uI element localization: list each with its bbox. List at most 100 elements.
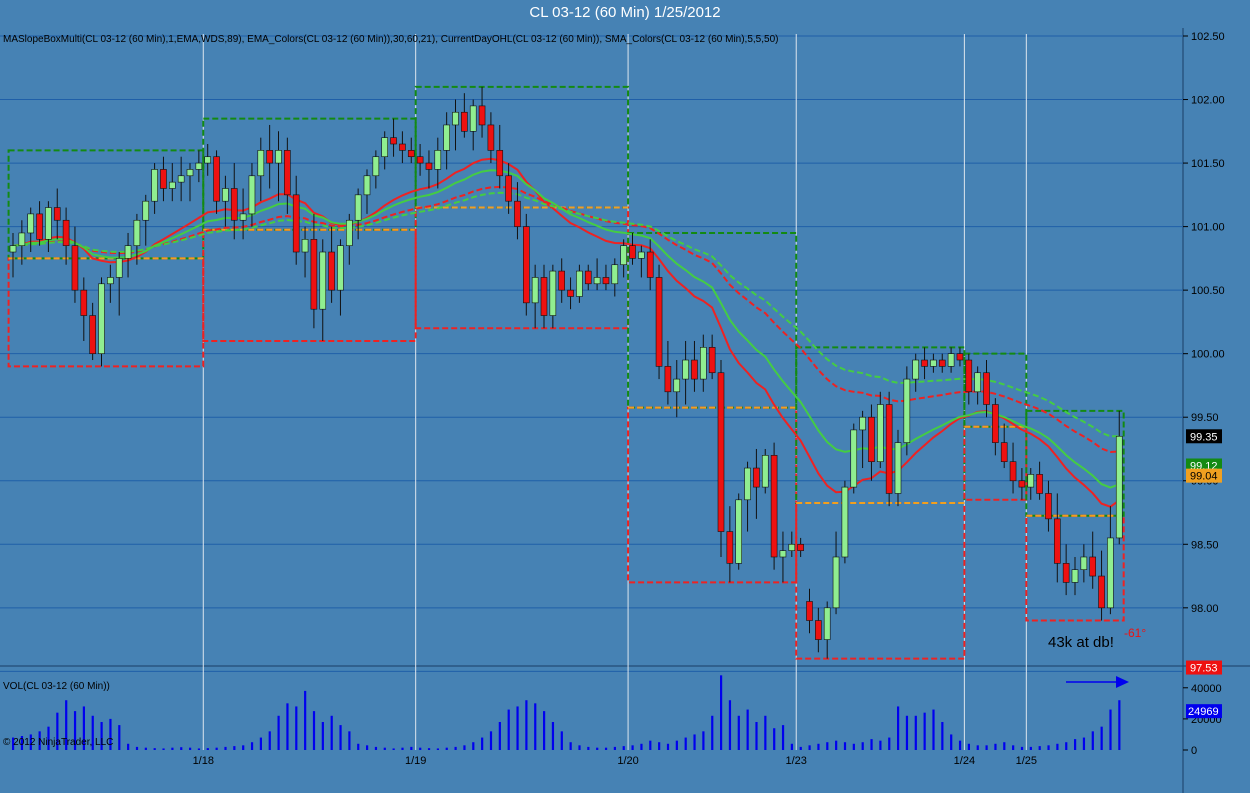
candle-body[interactable] [363, 175, 371, 196]
volume-bar[interactable] [516, 706, 519, 750]
candle-body[interactable] [1036, 474, 1043, 494]
candle-body[interactable] [815, 620, 822, 640]
volume-bar[interactable] [1074, 739, 1077, 750]
candle-body[interactable] [779, 550, 787, 558]
volume-bar[interactable] [180, 747, 183, 750]
volume-bar[interactable] [773, 728, 776, 750]
volume-bar[interactable] [870, 739, 873, 750]
candle-body[interactable] [558, 270, 566, 291]
candle-body[interactable] [983, 372, 990, 405]
volume-bar[interactable] [1012, 745, 1015, 750]
candle-body[interactable] [629, 245, 636, 259]
volume-bar[interactable] [312, 711, 316, 750]
candle-body[interactable] [160, 169, 167, 189]
candle-body[interactable] [505, 175, 512, 202]
candle-body[interactable] [425, 162, 433, 170]
volume-bar[interactable] [587, 746, 590, 750]
candle-body[interactable] [876, 404, 884, 462]
candle-body[interactable] [584, 270, 592, 285]
candle-body[interactable] [345, 219, 353, 246]
volume-bar[interactable] [631, 745, 634, 750]
candle-body[interactable] [292, 194, 300, 253]
candle-body[interactable] [522, 226, 530, 304]
volume-bar[interactable] [941, 722, 944, 750]
candle-body[interactable] [699, 347, 707, 380]
candle-body[interactable] [885, 404, 893, 494]
volume-bar[interactable] [286, 703, 289, 750]
volume-bar[interactable] [197, 748, 201, 750]
volume-bar[interactable] [720, 675, 723, 750]
volume-bar[interactable] [374, 746, 378, 750]
volume-bar[interactable] [879, 740, 882, 750]
volume-bar[interactable] [525, 700, 528, 750]
candle-body[interactable] [930, 359, 937, 367]
volume-bar[interactable] [498, 722, 501, 750]
candle-body[interactable] [638, 251, 645, 259]
volume-bar[interactable] [985, 745, 988, 750]
candle-body[interactable] [956, 353, 964, 361]
candle-body[interactable] [151, 169, 158, 202]
candle-body[interactable] [947, 353, 955, 367]
volume-bar[interactable] [304, 690, 307, 750]
volume-bar[interactable] [1020, 746, 1024, 750]
volume-bar[interactable] [649, 740, 652, 750]
volume-bar[interactable] [835, 740, 838, 750]
candle-body[interactable] [478, 105, 486, 126]
volume-bar[interactable] [746, 709, 749, 750]
candle-body[interactable] [62, 219, 70, 246]
volume-bar[interactable] [888, 737, 891, 750]
volume-bar[interactable] [436, 748, 439, 750]
volume-bar[interactable] [684, 737, 687, 750]
volume-bar[interactable] [1056, 743, 1059, 750]
volume-bar[interactable] [507, 709, 510, 750]
candle-body[interactable] [416, 156, 424, 164]
volume-bar[interactable] [675, 740, 678, 750]
volume-bar[interactable] [321, 722, 324, 750]
candle-body[interactable] [1027, 474, 1035, 488]
volume-bar[interactable] [711, 715, 714, 750]
candle-body[interactable] [531, 277, 539, 304]
volume-bar[interactable] [914, 715, 917, 750]
candle-body[interactable] [239, 213, 247, 221]
candle-body[interactable] [89, 315, 96, 354]
candle-body[interactable] [434, 150, 442, 170]
volume-bar[interactable] [1109, 709, 1112, 750]
candle-body[interactable] [602, 277, 610, 285]
candle-body[interactable] [549, 270, 557, 316]
candle-body[interactable] [407, 150, 415, 158]
candle-body[interactable] [1045, 493, 1052, 520]
candle-body[interactable] [487, 124, 495, 151]
volume-bar[interactable] [976, 745, 979, 750]
candle-body[interactable] [664, 366, 672, 393]
candle-body[interactable] [1054, 518, 1061, 564]
volume-bar[interactable] [268, 731, 271, 750]
volume-bar[interactable] [666, 743, 670, 750]
volume-bar[interactable] [118, 725, 121, 750]
candle-body[interactable] [655, 277, 663, 367]
candle-body[interactable] [301, 239, 309, 253]
candle-body[interactable] [98, 283, 105, 354]
volume-bar[interactable] [135, 746, 139, 750]
candle-body[interactable] [735, 499, 743, 564]
volume-bar[interactable] [551, 722, 555, 750]
volume-bar[interactable] [578, 745, 581, 750]
volume-bar[interactable] [189, 747, 192, 750]
candle-body[interactable] [691, 359, 698, 380]
candle-body[interactable] [36, 213, 43, 240]
candle-body[interactable] [797, 543, 804, 551]
volume-bar[interactable] [277, 715, 280, 750]
volume-bar[interactable] [357, 743, 360, 750]
volume-bar[interactable] [613, 746, 616, 750]
candle-body[interactable] [788, 543, 796, 551]
volume-bar[interactable] [330, 715, 333, 750]
candle-body[interactable] [576, 270, 583, 297]
candle-body[interactable] [593, 277, 601, 285]
volume-bar[interactable] [560, 731, 563, 750]
candle-body[interactable] [257, 150, 265, 177]
candle-body[interactable] [841, 486, 849, 558]
volume-bar[interactable] [224, 746, 227, 750]
volume-bar[interactable] [427, 748, 431, 750]
candle-body[interactable] [452, 111, 459, 126]
candle-body[interactable] [469, 105, 477, 132]
volume-bar[interactable] [852, 743, 855, 750]
